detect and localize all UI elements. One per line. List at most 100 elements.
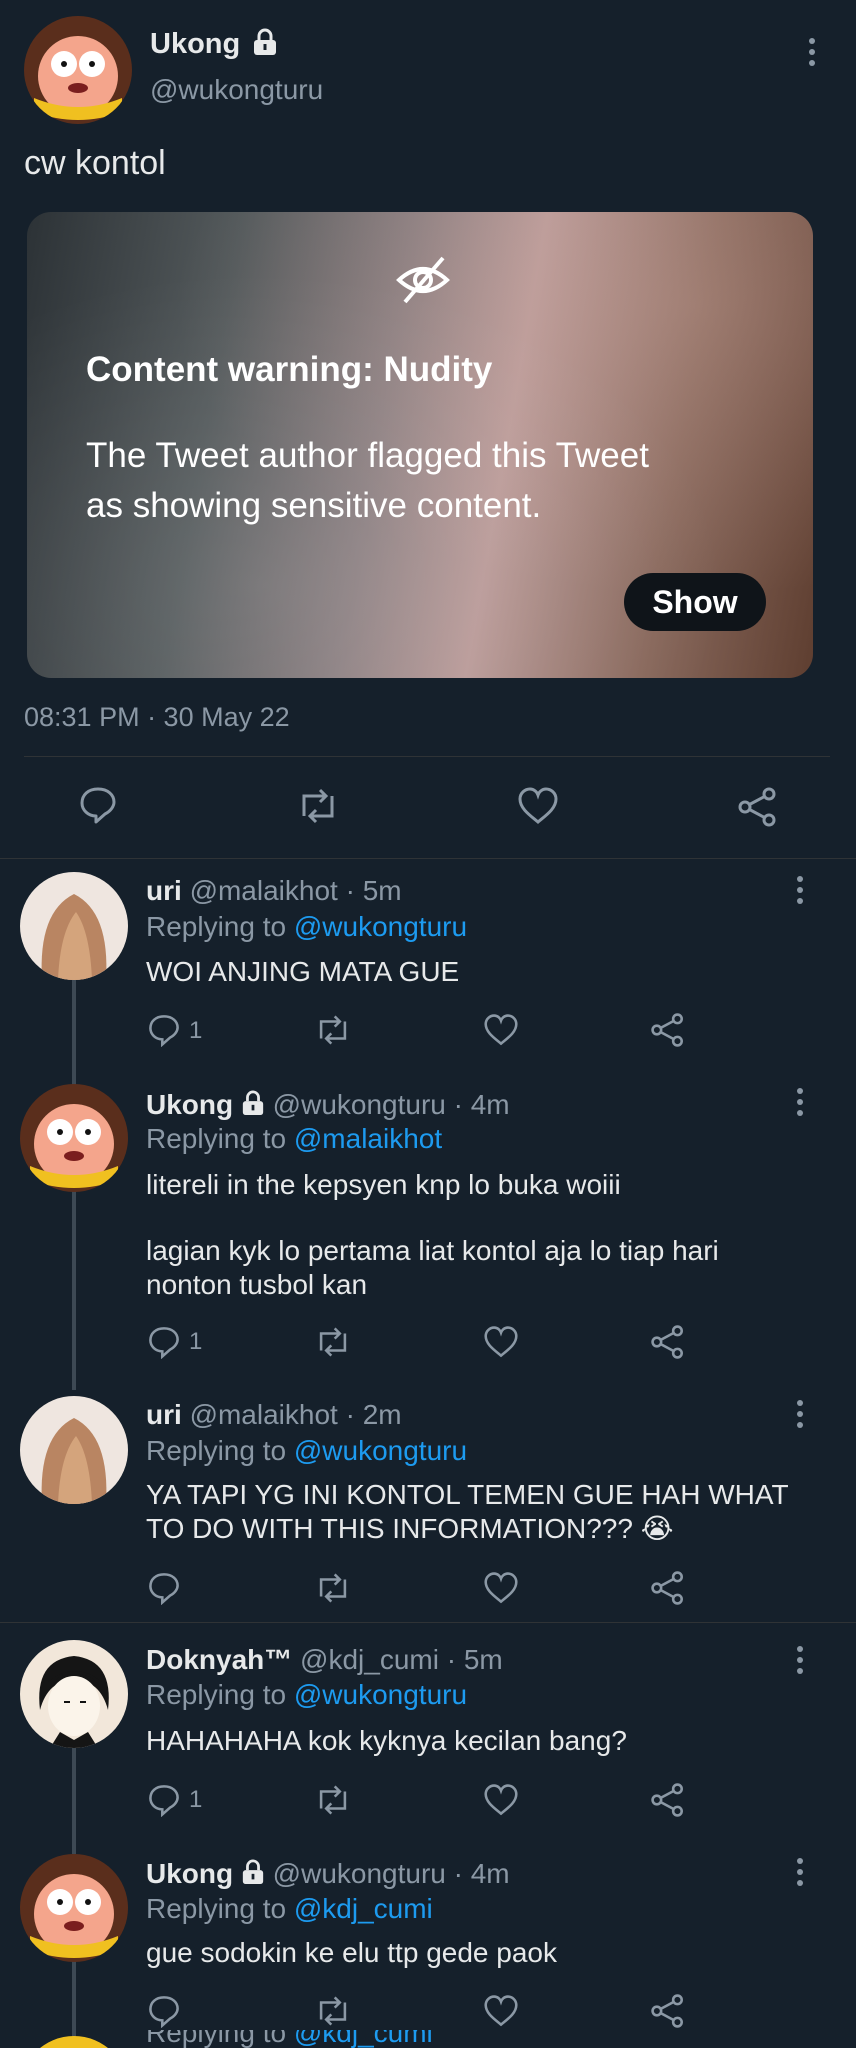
replying-to-prefix: Replying to: [146, 1123, 287, 1154]
avatar[interactable]: [20, 1396, 128, 1504]
tweet-text: cw kontol: [24, 144, 166, 182]
author-meta[interactable]: @malaikhot · 2m: [190, 1399, 402, 1430]
tweet-timestamp: 08:31 PM · 30 May 22: [24, 702, 290, 732]
more-icon[interactable]: [790, 1082, 810, 1122]
sensitive-media-card[interactable]: Content warning: Nudity The Tweet author…: [27, 212, 813, 678]
retweet-icon[interactable]: [314, 1994, 352, 2028]
replying-to-prefix: Replying to: [146, 1435, 287, 1466]
reply-icon[interactable]: [147, 1325, 181, 1359]
reply-icon[interactable]: [78, 785, 118, 825]
replying-to-prefix: Replying to: [146, 1893, 287, 1924]
replying-to-link[interactable]: @wukongturu: [294, 1435, 467, 1466]
retweet-icon[interactable]: [314, 1013, 352, 1047]
replying-to-link[interactable]: @kdj_cumi: [294, 1893, 433, 1924]
content-warning-line2: as showing sensitive content.: [86, 486, 542, 525]
avatar[interactable]: [20, 1640, 128, 1748]
replying-to: Replying to @wukongturu: [146, 1434, 467, 1467]
reply-header: Ukong @wukongturu · 4m: [146, 1857, 510, 1890]
more-icon[interactable]: [790, 1394, 810, 1434]
replying-to-prefix: Replying to: [146, 1679, 287, 1710]
content-warning-title: Content warning: Nudity: [86, 350, 493, 389]
content-warning-line1: The Tweet author flagged this Tweet: [86, 436, 649, 475]
share-icon[interactable]: [737, 786, 779, 828]
thread-line: [72, 1960, 76, 2048]
retweet-icon[interactable]: [314, 1783, 352, 1817]
reply-icon[interactable]: [147, 1571, 181, 1605]
replying-to-prefix: Replying to: [146, 2030, 287, 2048]
lock-icon: [252, 28, 278, 56]
replying-to-prefix: Replying to: [146, 911, 287, 942]
reply-count: 1: [189, 1017, 203, 1044]
share-icon[interactable]: [650, 1782, 686, 1818]
author-name[interactable]: Ukong: [146, 1858, 233, 1889]
author-name[interactable]: Ukong: [146, 1089, 233, 1120]
reply-header: Ukong @wukongturu · 4m: [146, 1088, 510, 1121]
reply-text: HAHAHAHA kok kyknya kecilan bang?: [146, 1725, 627, 1756]
more-icon[interactable]: [790, 1640, 810, 1680]
avatar[interactable]: [20, 872, 128, 980]
divider: [0, 1622, 856, 1623]
more-icon[interactable]: [790, 870, 810, 910]
retweet-icon[interactable]: [296, 786, 340, 826]
lock-icon: [241, 1859, 265, 1885]
like-icon[interactable]: [483, 1571, 519, 1605]
reply-text: nonton tusbol kan: [146, 1269, 368, 1300]
replying-to: Replying to @wukongturu: [146, 910, 467, 943]
replying-to: Replying to @wukongturu: [146, 1678, 467, 1711]
retweet-icon[interactable]: [314, 1571, 352, 1605]
author-name[interactable]: Doknyah™: [146, 1644, 292, 1675]
author-meta[interactable]: @malaikhot · 5m: [190, 875, 402, 906]
more-icon[interactable]: [790, 1852, 810, 1892]
like-icon[interactable]: [483, 1783, 519, 1817]
avatar[interactable]: [24, 16, 132, 124]
author-meta[interactable]: @wukongturu · 4m: [273, 1089, 510, 1120]
reply-text: lagian kyk lo pertama liat kontol aja lo…: [146, 1235, 719, 1266]
like-icon[interactable]: [483, 1994, 519, 2028]
like-icon[interactable]: [483, 1325, 519, 1359]
author-meta[interactable]: @wukongturu · 4m: [273, 1858, 510, 1889]
like-icon[interactable]: [517, 786, 559, 826]
reply-header: Doknyah™ @kdj_cumi · 5m: [146, 1643, 503, 1676]
reply-text: YA TAPI YG INI KONTOL TEMEN GUE HAH WHAT: [146, 1479, 789, 1510]
share-icon[interactable]: [650, 1324, 686, 1360]
reply-count: 1: [189, 1786, 203, 1813]
reply-header: uri @malaikhot · 5m: [146, 874, 402, 907]
avatar[interactable]: [20, 1854, 128, 1962]
divider: [0, 858, 856, 859]
replying-to-link[interactable]: @kdj_cumi: [294, 2030, 433, 2048]
more-icon[interactable]: [802, 32, 822, 72]
author-name[interactable]: uri: [146, 1399, 182, 1430]
reply-text: WOI ANJING MATA GUE: [146, 956, 460, 987]
replying-to-partial: Replying to @kdj_cumi: [146, 2030, 433, 2048]
lock-icon: [241, 1090, 265, 1116]
author-name-text[interactable]: Ukong: [150, 28, 240, 60]
like-icon[interactable]: [483, 1013, 519, 1047]
replying-to: Replying to @kdj_cumi: [146, 1892, 433, 1925]
eye-slash-icon: [395, 252, 451, 308]
reply-text: gue sodokin ke elu ttp gede paok: [146, 1937, 557, 1968]
reply-count: 1: [189, 1328, 203, 1355]
reply-header: uri @malaikhot · 2m: [146, 1398, 402, 1431]
author-meta[interactable]: @kdj_cumi · 5m: [300, 1644, 503, 1675]
reply-icon[interactable]: [147, 1013, 181, 1047]
show-button[interactable]: Show: [624, 573, 766, 631]
share-icon[interactable]: [650, 1993, 686, 2029]
retweet-icon[interactable]: [314, 1325, 352, 1359]
reply-icon[interactable]: [147, 1783, 181, 1817]
thread-line: [72, 1744, 76, 1854]
reply-icon[interactable]: [147, 1994, 181, 2028]
reply-text: litereli in the kepsyen knp lo buka woii…: [146, 1169, 621, 1200]
replying-to-link[interactable]: @malaikhot: [294, 1123, 442, 1154]
divider: [24, 756, 830, 757]
partial-avatar[interactable]: [20, 2036, 128, 2048]
share-icon[interactable]: [650, 1570, 686, 1606]
replying-to: Replying to @malaikhot: [146, 1122, 442, 1155]
replying-to-link[interactable]: @wukongturu: [294, 1679, 467, 1710]
share-icon[interactable]: [650, 1012, 686, 1048]
author-name[interactable]: uri: [146, 875, 182, 906]
replying-to-link[interactable]: @wukongturu: [294, 911, 467, 942]
reply-text: TO DO WITH THIS INFORMATION??? 😭: [146, 1513, 674, 1544]
author-name[interactable]: Ukong: [150, 28, 278, 61]
author-handle[interactable]: @wukongturu: [150, 74, 323, 106]
avatar[interactable]: [20, 1084, 128, 1192]
